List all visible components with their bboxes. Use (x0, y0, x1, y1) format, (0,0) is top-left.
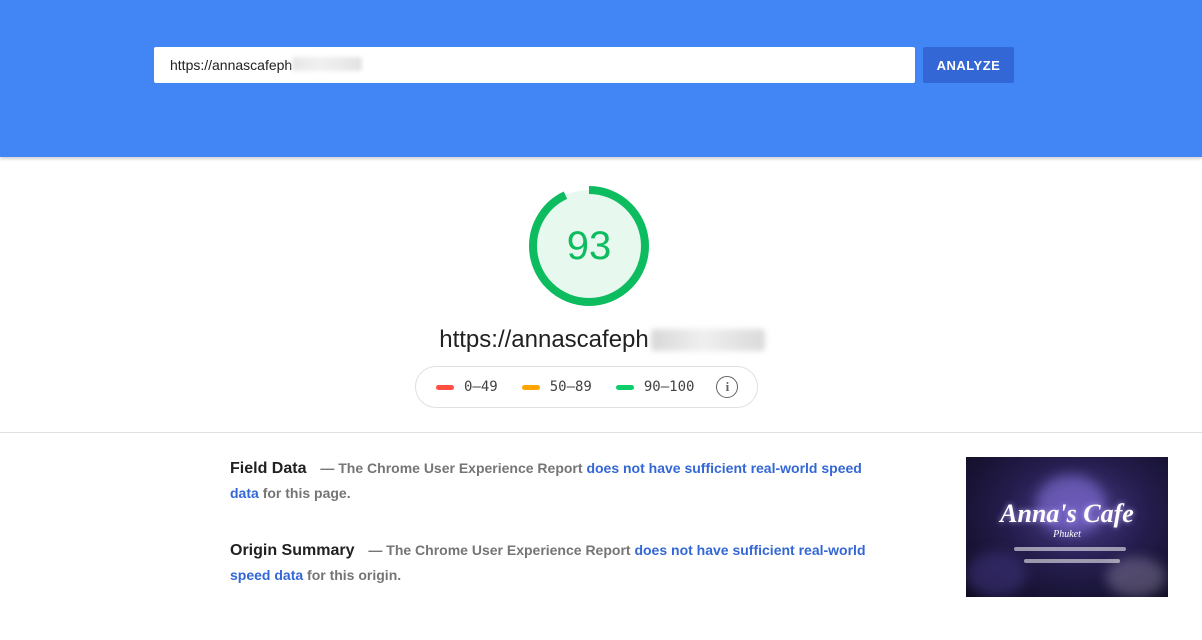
tested-url: https://annascafeph (0, 326, 1202, 354)
legend-item-fail: 0–49 (436, 379, 498, 395)
performance-score: 93 (566, 223, 612, 268)
tested-url-text: https://annascafeph (439, 326, 649, 353)
legend-label: 90–100 (643, 379, 695, 395)
thumbnail-glow (1106, 557, 1166, 597)
origin-summary-prefix: — The Chrome User Experience Report (368, 542, 631, 558)
legend-dash-red (436, 384, 454, 390)
origin-summary-suffix: for this origin. (307, 567, 402, 583)
header-bar: ANALYZE (0, 0, 1202, 157)
field-data-section: Field Data — The Chrome User Experience … (230, 456, 890, 506)
divider (0, 432, 1202, 433)
legend-dash-orange (521, 384, 540, 390)
field-data-suffix: for this page. (262, 485, 351, 501)
legend-dash-green (615, 384, 634, 390)
field-data-prefix: — The Chrome User Experience Report (320, 460, 583, 476)
legend-item-pass: 90–100 (615, 379, 695, 395)
legend-label: 50–89 (549, 379, 592, 395)
analyze-button[interactable]: ANALYZE (923, 47, 1014, 83)
thumbnail-text-line (1014, 547, 1126, 551)
field-data-title: Field Data (230, 460, 307, 477)
info-icon[interactable]: i (716, 376, 739, 398)
thumbnail-title: Anna's Cafe (1000, 499, 1134, 528)
page-screenshot-thumbnail: Anna's Cafe Phuket (966, 457, 1168, 597)
redacted-url-part (650, 329, 765, 351)
origin-summary-title: Origin Summary (230, 542, 355, 559)
score-legend: 0–49 50–89 90–100 i (415, 366, 758, 408)
url-input[interactable] (154, 47, 915, 83)
redacted-url-part (292, 57, 362, 71)
thumbnail-text-line (1024, 559, 1120, 563)
origin-summary-section: Origin Summary — The Chrome User Experie… (230, 538, 890, 588)
legend-item-average: 50–89 (521, 379, 592, 395)
thumbnail-glow (966, 552, 1026, 597)
legend-label: 0–49 (464, 379, 498, 395)
thumbnail-subtitle: Phuket (1053, 529, 1081, 540)
